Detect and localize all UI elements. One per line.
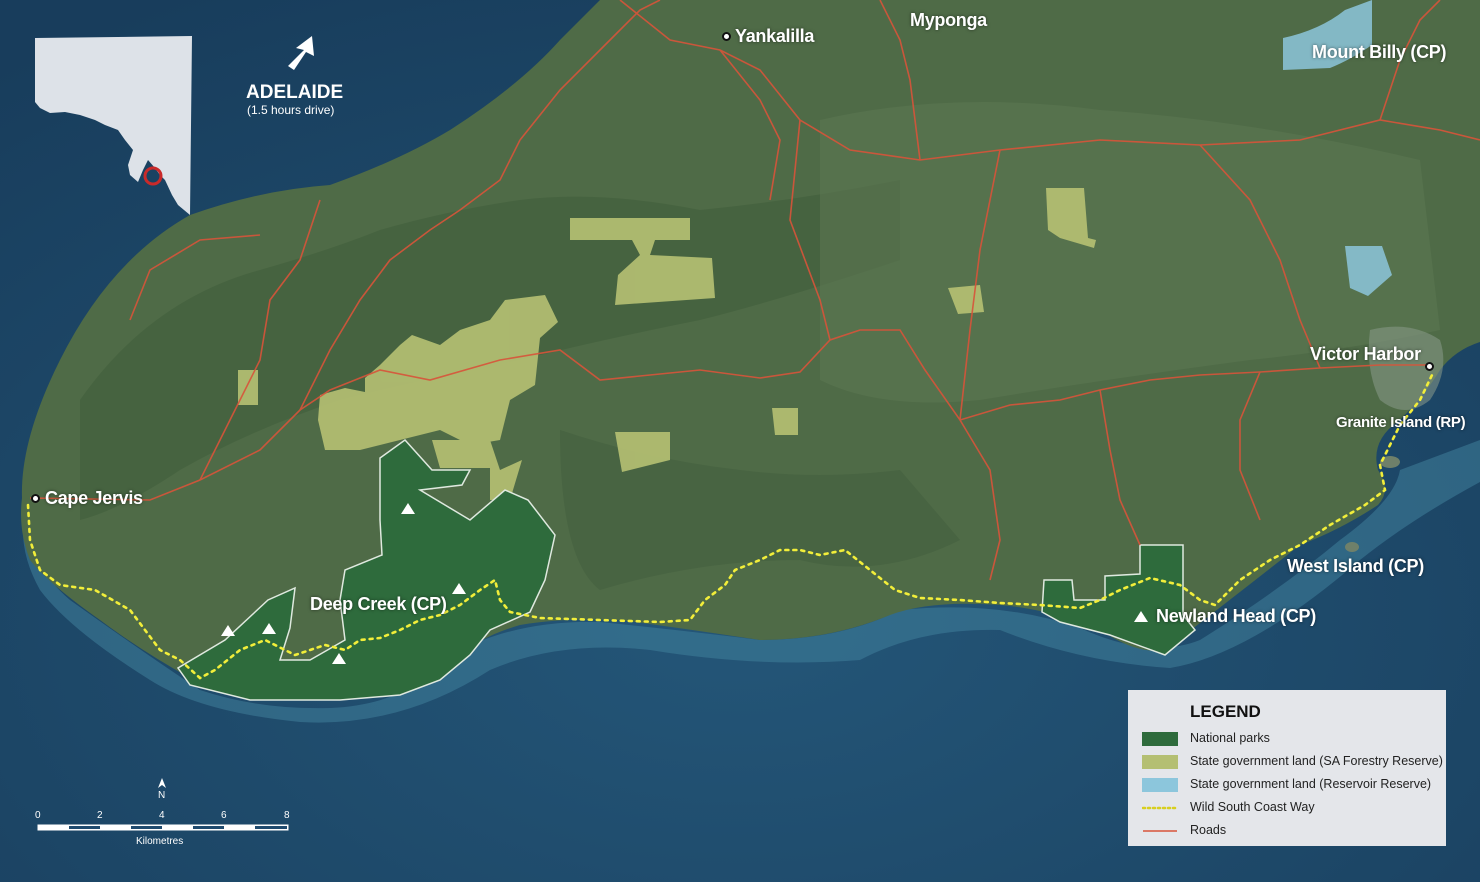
place-label-west-island: West Island (CP) bbox=[1287, 556, 1424, 576]
forestry-reserve bbox=[772, 408, 798, 435]
scale-tick-2: 2 bbox=[97, 810, 103, 821]
map: ADELAIDE (1.5 hours drive) Yankalilla Ca… bbox=[0, 0, 1480, 882]
place-label-deep-creek: Deep Creek (CP) bbox=[310, 594, 447, 614]
place-label-mount-billy: Mount Billy (CP) bbox=[1312, 42, 1447, 62]
scale-bar bbox=[37, 824, 289, 831]
legend-item-national-parks: National parks bbox=[1142, 730, 1442, 748]
scale-tick-0: 0 bbox=[35, 810, 41, 821]
legend-swatch-trail bbox=[1142, 806, 1178, 810]
legend-label: Wild South Coast Way bbox=[1190, 800, 1315, 814]
legend-swatch-reservoir bbox=[1142, 778, 1178, 792]
town-marker-cape-jervis bbox=[31, 494, 40, 503]
legend-label: Roads bbox=[1190, 823, 1227, 837]
legend-item-roads: Roads bbox=[1142, 822, 1442, 840]
west-island bbox=[1345, 542, 1359, 552]
scale-tick-6: 6 bbox=[221, 810, 227, 821]
legend-swatch-national-parks bbox=[1142, 732, 1178, 746]
adelaide-label: ADELAIDE bbox=[246, 82, 344, 103]
legend-label: National parks bbox=[1190, 731, 1270, 745]
scale-tick-8: 8 bbox=[284, 810, 290, 821]
legend: LEGEND National parks State government l… bbox=[1128, 690, 1446, 846]
place-label-newland-head: Newland Head (CP) bbox=[1156, 606, 1316, 626]
place-label-granite-island: Granite Island (RP) bbox=[1336, 414, 1466, 431]
legend-swatch-roads bbox=[1143, 830, 1177, 832]
legend-item-reservoir-reserve: State government land (Reservoir Reserve… bbox=[1142, 776, 1442, 794]
town-marker-victor-harbor bbox=[1425, 362, 1434, 371]
legend-title: LEGEND bbox=[1190, 702, 1261, 721]
legend-swatch-forestry bbox=[1142, 755, 1178, 769]
scale-unit-label: Kilometres bbox=[136, 836, 184, 847]
town-label-victor-harbor: Victor Harbor bbox=[1310, 344, 1421, 364]
town-label-cape-jervis: Cape Jervis bbox=[45, 488, 143, 508]
place-label-myponga: Myponga bbox=[910, 10, 987, 30]
legend-label: State government land (SA Forestry Reser… bbox=[1190, 754, 1443, 768]
legend-label: State government land (Reservoir Reserve… bbox=[1190, 777, 1432, 791]
legend-item-trail: Wild South Coast Way bbox=[1142, 799, 1442, 817]
adelaide-drive-time: (1.5 hours drive) bbox=[247, 103, 335, 117]
scale-tick-4: 4 bbox=[159, 810, 165, 821]
town-marker-yankalilla bbox=[722, 32, 731, 41]
scale-north-label: N bbox=[158, 790, 166, 801]
legend-item-forestry-reserve: State government land (SA Forestry Reser… bbox=[1142, 753, 1443, 771]
town-label-yankalilla: Yankalilla bbox=[735, 26, 815, 46]
